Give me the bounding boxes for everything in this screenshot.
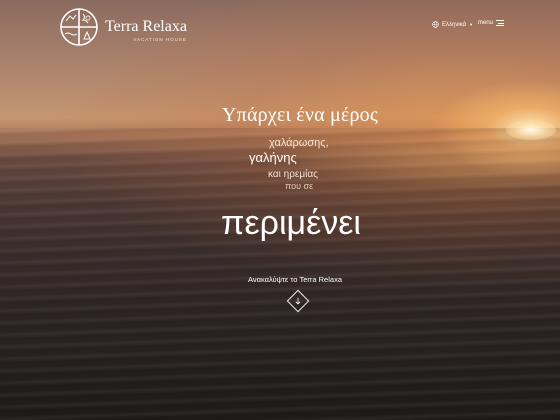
- site-logo[interactable]: Terra Relaxa VACATION HOUSE: [58, 6, 187, 48]
- sun: [506, 120, 556, 140]
- discover-link[interactable]: Ανακαλύψτε το Terra Relaxa: [248, 275, 342, 284]
- menu-button[interactable]: menu: [478, 20, 505, 26]
- hero-headline: Υπάρχει ένα μέρος: [222, 104, 378, 126]
- hero-word-serenity: γαλήνης: [249, 150, 297, 165]
- arrow-down-icon: [295, 297, 301, 305]
- hero-big-word: περιμένει: [221, 204, 361, 242]
- hero-word-that: που σε: [285, 181, 314, 191]
- logo-tagline: VACATION HOUSE: [133, 36, 187, 42]
- hamburger-icon: [496, 20, 505, 26]
- hero-word-relaxation: χαλάρωσης,: [269, 137, 329, 149]
- language-label: Ελληνικά: [442, 21, 467, 28]
- logo-name: Terra Relaxa: [105, 17, 187, 35]
- logo-text: Terra Relaxa VACATION HOUSE: [105, 17, 187, 42]
- site-header: Terra Relaxa VACATION HOUSE Ελληνικά ▼ m…: [0, 0, 560, 50]
- hero-word-calm: και ηρεμίας: [268, 169, 318, 180]
- chevron-down-icon: ▼: [469, 22, 474, 27]
- logo-compass-icon: [60, 8, 98, 46]
- language-selector[interactable]: Ελληνικά ▼: [432, 21, 473, 28]
- globe-icon: [432, 21, 439, 28]
- menu-label: menu: [478, 20, 494, 26]
